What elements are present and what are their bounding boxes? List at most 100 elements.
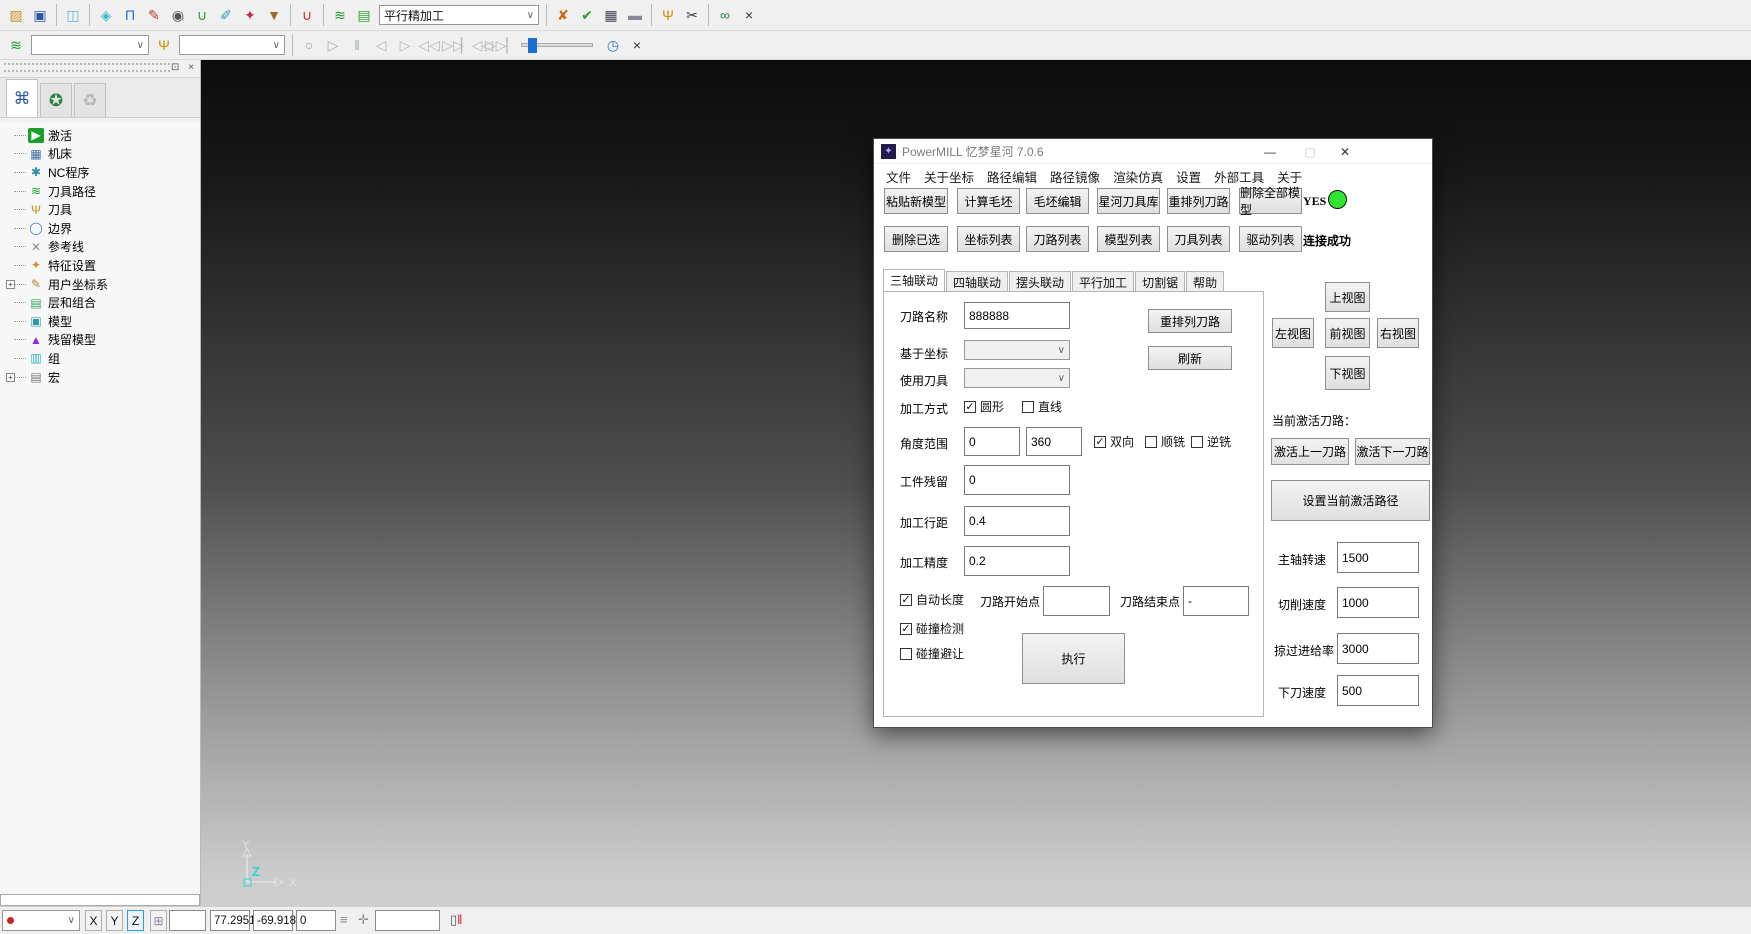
end-point-input[interactable] [1183, 586, 1249, 616]
speed-input-切削速度[interactable] [1337, 587, 1419, 618]
model-icon[interactable]: ▼ [263, 4, 285, 26]
angle-from-input[interactable] [964, 427, 1020, 456]
simulation-check-icon[interactable]: ✔ [576, 4, 598, 26]
tab-三轴联动[interactable]: 三轴联动 [883, 269, 945, 292]
menu-文件[interactable]: 文件 [886, 167, 911, 186]
close-toolbar-icon[interactable]: × [626, 34, 648, 56]
block-icon[interactable]: ◈ [95, 4, 117, 26]
tree-item-activate[interactable]: ▶激活 [0, 126, 200, 145]
activate-previous-button[interactable]: 激活上一刀路 [1271, 438, 1349, 465]
tree-item-toolpath[interactable]: ≋刀具路径 [0, 182, 200, 201]
step-forward-icon[interactable]: ▷ [394, 34, 416, 56]
tree-item-group[interactable]: ▥组 [0, 349, 200, 368]
dialog-title-bar[interactable]: ✦ PowerMILL 忆梦星河 7.0.6 — ▢ ✕ [874, 139, 1432, 164]
open-project-icon[interactable]: ▨ [5, 4, 27, 26]
top-view-button[interactable]: 上视图 [1325, 282, 1370, 312]
sim-tool-combo[interactable]: ∨ [179, 35, 285, 55]
dialog-button-删除全部模型[interactable]: 删除全部模型 [1239, 188, 1302, 214]
coord-combo[interactable]: ∨ [964, 340, 1070, 360]
active-toolpath-combo[interactable]: 平行精加工∨ [379, 5, 539, 25]
explorer-tree-tab[interactable]: ⌘ [6, 79, 38, 117]
bidirectional-checkbox[interactable]: ✓双向 [1094, 433, 1134, 450]
dialog-button-刀路列表[interactable]: 刀路列表 [1026, 226, 1089, 252]
coordinate-y-field[interactable]: -69.918 [253, 910, 293, 931]
refresh-button[interactable]: 刷新 [1148, 346, 1232, 370]
tree-item-stock-model[interactable]: ▲残留模型 [0, 331, 200, 350]
grid-size-field[interactable] [169, 910, 206, 931]
slider-handle[interactable] [528, 38, 537, 53]
tool-database-icon[interactable]: ◉ [167, 4, 189, 26]
step-back-icon[interactable]: ◁ [370, 34, 392, 56]
go-to-end-icon[interactable]: ▷▷▏ [490, 34, 512, 56]
close-button[interactable]: ✕ [1329, 139, 1361, 164]
speed-input-下刀速度[interactable] [1337, 675, 1419, 706]
close-toolbar-icon[interactable]: × [738, 4, 760, 26]
pause-icon[interactable]: ‖ [346, 34, 368, 56]
clipboard-icon[interactable]: ▯‖ [450, 912, 463, 928]
print-icon[interactable]: ◫ [62, 4, 84, 26]
tree-item-macro[interactable]: +▤宏 [0, 368, 200, 387]
dialog-button-重排列刀路[interactable]: 重排列刀路 [1167, 188, 1230, 214]
dialog-button-坐标列表[interactable]: 坐标列表 [957, 226, 1020, 252]
left-view-button[interactable]: 左视图 [1272, 318, 1314, 348]
right-view-button[interactable]: 右视图 [1377, 318, 1419, 348]
expand-icon[interactable]: + [6, 280, 15, 289]
menu-关于坐标[interactable]: 关于坐标 [924, 167, 974, 186]
active-toolpath-icon[interactable]: ≋ [329, 4, 351, 26]
tool-sim-icon[interactable]: Ψ [153, 34, 175, 56]
tolerance-input[interactable] [964, 546, 1070, 576]
collision-avoid-checkbox[interactable]: 碰撞避让 [900, 645, 964, 662]
set-active-path-button[interactable]: 设置当前激活路径 [1271, 480, 1430, 521]
collision-check-checkbox[interactable]: ✓碰撞检测 [900, 620, 964, 637]
workplane-combo[interactable]: ∨ [2, 910, 80, 931]
menu-路径编辑[interactable]: 路径编辑 [987, 167, 1037, 186]
pattern-icon[interactable]: ✐ [215, 4, 237, 26]
views-icon[interactable]: ∞ [714, 4, 736, 26]
menu-路径镜像[interactable]: 路径镜像 [1050, 167, 1100, 186]
panel-window-icons[interactable]: ⊡ × [171, 62, 197, 73]
measure-icon[interactable]: ▬ [624, 4, 646, 26]
tree-item-levels[interactable]: ▤层和组合 [0, 293, 200, 312]
line-checkbox[interactable]: 直线 [1022, 398, 1062, 415]
dialog-button-计算毛坯[interactable]: 计算毛坯 [957, 188, 1020, 214]
workplane-icon[interactable]: ✦ [239, 4, 261, 26]
activate-next-button[interactable]: 激活下一刀路 [1355, 438, 1430, 465]
cutter-icon[interactable]: ✂ [681, 4, 703, 26]
grid-button[interactable]: ⊞ [150, 910, 167, 931]
auto-length-checkbox[interactable]: ✓自动长度 [900, 591, 964, 608]
minimize-button[interactable]: — [1254, 139, 1286, 164]
circle-checkbox[interactable]: ✓圆形 [964, 398, 1004, 415]
tree-item-boundary[interactable]: ◯边界 [0, 219, 200, 238]
maximize-button[interactable]: ▢ [1294, 139, 1326, 164]
tree-item-nc-program[interactable]: ✱NC程序 [0, 163, 200, 182]
front-view-button[interactable]: 前视图 [1325, 318, 1370, 348]
bottom-view-button[interactable]: 下视图 [1325, 356, 1370, 390]
dialog-button-删除已选[interactable]: 删除已选 [884, 226, 948, 252]
axis-y-button[interactable]: Y [106, 910, 123, 931]
dialog-button-毛坯编辑[interactable]: 毛坯编辑 [1026, 188, 1089, 214]
calculator-icon[interactable]: ▦ [600, 4, 622, 26]
menu-渲染仿真[interactable]: 渲染仿真 [1113, 167, 1163, 186]
execute-button[interactable]: 执行 [1022, 633, 1125, 684]
tab-摆头联动[interactable]: 摆头联动 [1009, 271, 1071, 292]
coordinate-x-field[interactable]: 77.2951 [210, 910, 250, 931]
play-icon[interactable]: ▷ [322, 34, 344, 56]
tree-item-machine[interactable]: ▦机床 [0, 145, 200, 164]
dialog-button-刀具列表[interactable]: 刀具列表 [1167, 226, 1230, 252]
climb-checkbox[interactable]: 顺铣 [1145, 433, 1185, 450]
tree-item-pattern[interactable]: ✕参考线 [0, 238, 200, 257]
speed-input-掠过进给率[interactable] [1337, 633, 1419, 664]
speed-slider[interactable] [521, 43, 593, 47]
toolpath-name-input[interactable] [964, 302, 1070, 329]
tree-item-model[interactable]: ▣模型 [0, 312, 200, 331]
tab-平行加工[interactable]: 平行加工 [1072, 271, 1134, 292]
dialog-button-粘贴新模型[interactable]: 粘贴新模型 [884, 188, 948, 214]
tool-combo[interactable]: ∨ [964, 368, 1070, 388]
sim-toolpath-combo[interactable]: ∨ [31, 35, 149, 55]
toolpath-list-icon[interactable]: ▤ [353, 4, 375, 26]
conventional-checkbox[interactable]: 逆铣 [1191, 433, 1231, 450]
expand-icon[interactable]: + [6, 373, 15, 382]
measure-field[interactable] [375, 910, 440, 931]
stepover-input[interactable] [964, 506, 1070, 536]
toolpath-edit-icon[interactable]: ✎ [143, 4, 165, 26]
